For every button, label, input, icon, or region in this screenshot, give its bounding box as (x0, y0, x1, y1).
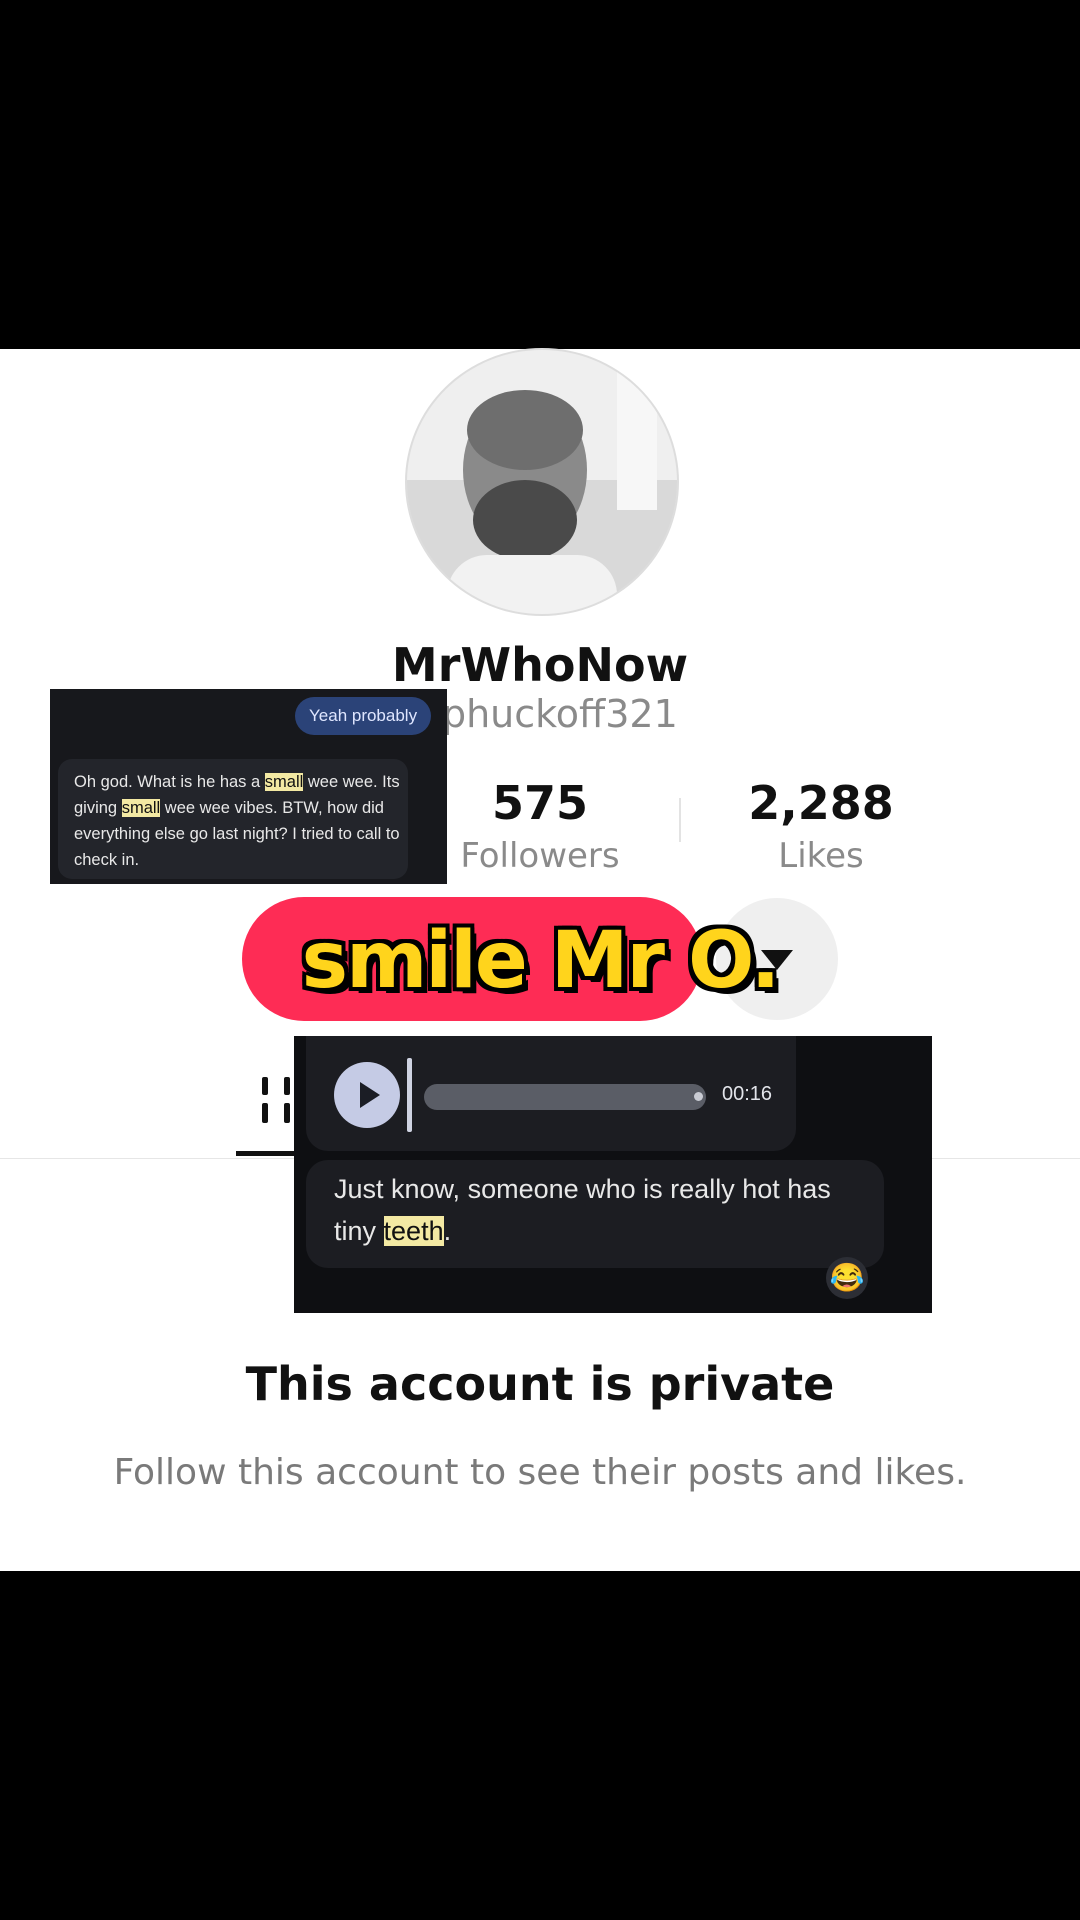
followers-label: Followers (460, 836, 620, 876)
followers-stat[interactable]: 575 Followers (420, 776, 660, 876)
voice-waveform[interactable] (424, 1084, 706, 1110)
overlay-chat-screenshot-2: 00:16 Just know, someone who is really h… (294, 1036, 932, 1313)
reply-bubble: Yeah probably (295, 697, 432, 735)
posts-grid-icon[interactable] (262, 1077, 296, 1123)
private-account-subtitle: Follow this account to see their posts a… (113, 1452, 967, 1493)
voice-duration: 00:16 (722, 1083, 773, 1105)
scrubber-handle[interactable] (407, 1058, 412, 1132)
text-message-text: Just know, someone who is really hot has… (334, 1174, 831, 1246)
active-tab-indicator (236, 1151, 296, 1156)
overlay-chat-screenshot-1: Yeah probably Oh god. What is he has a s… (50, 689, 447, 884)
likes-count: 2,288 (748, 776, 894, 830)
display-name: MrWhoNow (391, 638, 689, 692)
incoming-message-text: Oh god. What is he has a small wee wee. … (74, 773, 400, 869)
avatar[interactable] (405, 348, 679, 616)
laughing-reaction-icon: 😂 (826, 1257, 868, 1299)
highlighted-word: small (264, 773, 304, 791)
likes-label: Likes (778, 836, 864, 876)
play-button[interactable] (334, 1062, 400, 1128)
private-account-title: This account is private (245, 1357, 835, 1411)
playback-dot (694, 1092, 703, 1101)
stat-divider (679, 798, 681, 842)
play-icon (360, 1082, 380, 1108)
followers-count: 575 (491, 776, 589, 830)
highlighted-word: teeth (383, 1216, 444, 1246)
avatar-photo (407, 350, 677, 614)
highlighted-word: small (121, 799, 161, 817)
video-caption: smile Mr O. (301, 916, 781, 1006)
likes-stat[interactable]: 2,288 Likes (701, 776, 941, 876)
